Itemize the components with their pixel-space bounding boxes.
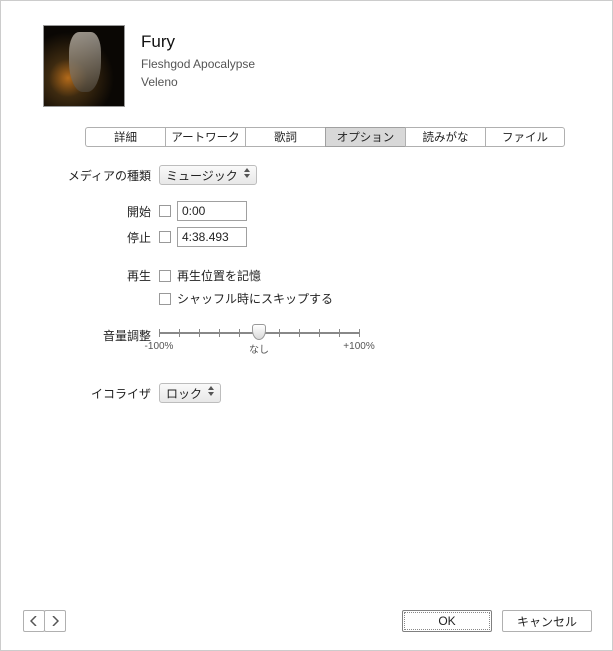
tab-artwork[interactable]: アートワーク <box>165 127 245 147</box>
track-artist: Fleshgod Apocalypse <box>141 55 255 73</box>
options-pane: メディアの種類 ミュージック 開始 0:00 停止 4:38.493 再生 再生… <box>1 165 612 600</box>
slider-tick <box>179 329 180 337</box>
start-checkbox[interactable] <box>159 205 171 217</box>
album-artwork <box>43 25 125 107</box>
slider-tick <box>239 329 240 337</box>
stop-checkbox[interactable] <box>159 231 171 243</box>
skip-shuffle-checkbox[interactable] <box>159 293 171 305</box>
track-titles: Fury Fleshgod Apocalypse Veleno <box>141 25 255 91</box>
slider-center-label: なし <box>249 341 269 356</box>
chevron-right-icon <box>51 616 59 626</box>
remember-position-label: 再生位置を記憶 <box>177 267 261 284</box>
equalizer-select[interactable]: ロック <box>159 383 221 403</box>
tab-reading[interactable]: 読みがな <box>405 127 485 147</box>
skip-shuffle-label: シャッフル時にスキップする <box>177 290 333 307</box>
slider-max-label: +100% <box>343 341 374 352</box>
media-type-select[interactable]: ミュージック <box>159 165 257 185</box>
stop-time-input[interactable]: 4:38.493 <box>177 227 247 247</box>
start-label: 開始 <box>41 203 159 220</box>
slider-tick <box>359 329 360 337</box>
volume-slider[interactable]: -100% なし +100% <box>159 327 359 355</box>
slider-tick <box>299 329 300 337</box>
tab-detail[interactable]: 詳細 <box>85 127 165 147</box>
next-track-button[interactable] <box>44 610 66 632</box>
tab-lyrics[interactable]: 歌詞 <box>245 127 325 147</box>
volume-label: 音量調整 <box>41 327 159 344</box>
stop-label: 停止 <box>41 229 159 246</box>
slider-tick <box>319 329 320 337</box>
start-time-value: 0:00 <box>182 204 205 218</box>
chevron-left-icon <box>30 616 38 626</box>
slider-tick <box>339 329 340 337</box>
ok-button[interactable]: OK <box>402 610 492 632</box>
stop-time-value: 4:38.493 <box>182 230 229 244</box>
slider-tick <box>219 329 220 337</box>
footer: OK キャンセル <box>1 600 612 650</box>
equalizer-label: イコライザ <box>41 385 159 402</box>
song-info-dialog: Fury Fleshgod Apocalypse Veleno 詳細 アートワー… <box>0 0 613 651</box>
cancel-button[interactable]: キャンセル <box>502 610 592 632</box>
slider-min-label: -100% <box>145 341 174 352</box>
equalizer-value: ロック <box>166 385 202 402</box>
playback-label: 再生 <box>41 267 159 284</box>
header: Fury Fleshgod Apocalypse Veleno <box>1 1 612 117</box>
tab-bar: 詳細 アートワーク 歌詞 オプション 読みがな ファイル <box>85 127 592 147</box>
slider-tick <box>279 329 280 337</box>
slider-tick <box>199 329 200 337</box>
slider-tick <box>159 329 160 337</box>
media-type-value: ミュージック <box>166 167 238 184</box>
tab-file[interactable]: ファイル <box>485 127 565 147</box>
tab-options[interactable]: オプション <box>325 127 405 147</box>
start-time-input[interactable]: 0:00 <box>177 201 247 221</box>
track-title: Fury <box>141 29 255 55</box>
slider-thumb[interactable] <box>252 324 266 340</box>
remember-position-checkbox[interactable] <box>159 270 171 282</box>
media-type-label: メディアの種類 <box>41 167 159 184</box>
prev-track-button[interactable] <box>23 610 45 632</box>
track-album: Veleno <box>141 73 255 91</box>
